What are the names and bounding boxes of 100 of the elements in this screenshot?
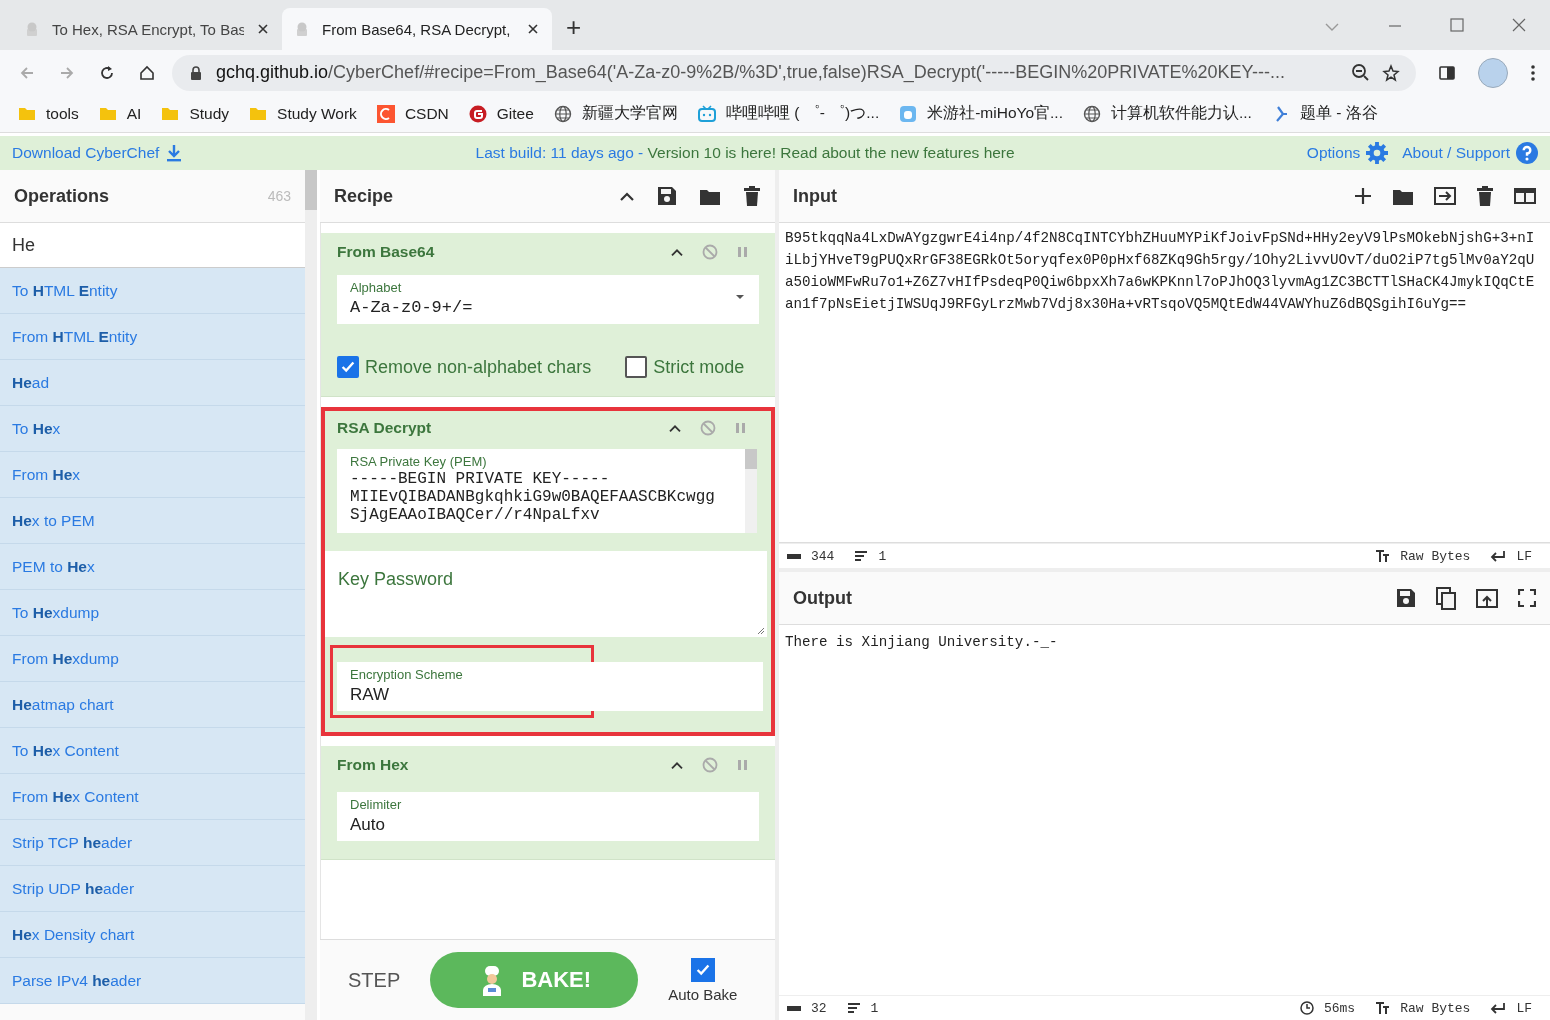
menu-icon[interactable] [1530,63,1536,82]
save-icon[interactable] [657,186,677,206]
panel-title: Operations [14,185,110,207]
option-field[interactable]: Delimiter Auto [337,792,759,841]
checkbox-label: Strict mode [653,356,745,378]
eol-label[interactable]: LF [1516,548,1532,564]
return-icon [1490,549,1507,563]
operation-item[interactable]: From Hexdump [0,636,305,682]
new-tab-button[interactable]: + [552,12,596,50]
operation-item[interactable]: From Hex [0,452,305,498]
bookmark[interactable]: tools [18,104,79,123]
globe-icon [553,104,572,123]
trash-icon[interactable] [1476,186,1494,206]
operation-item[interactable]: To Hex [0,406,305,452]
key-line: MIIEvQIBADANBgkqhkiG9w0BAQEFAASCBKcwgg [350,488,716,506]
side-panel-icon[interactable] [1438,63,1456,82]
clock-icon [1299,1001,1314,1015]
collapse-icon[interactable] [668,423,682,433]
password-field[interactable]: Key Password [325,551,767,637]
build-notice: Last build: 11 days ago - [475,144,645,161]
length-icon [787,1003,801,1013]
resize-handle-icon[interactable] [757,627,765,635]
zoom-icon[interactable] [1351,63,1370,82]
page-icon [294,21,310,37]
operation-item[interactable]: Strip TCP header [0,820,305,866]
operation-item[interactable]: Hex Density chart [0,912,305,958]
options-link[interactable]: Options [1306,142,1389,164]
key-textarea[interactable]: RSA Private Key (PEM) -----BEGIN PRIVATE KEY----- MIIEvQIBADANBgkqhkiG9w0BAQEFAASCBKcwgg SjAgEAAoIBAQCer//r4NpaLfxv [337,449,757,533]
scrollbar-thumb[interactable] [745,449,757,469]
dropdown-field[interactable]: Alphabet A-Za-z0-9+/= [337,275,759,324]
star-icon[interactable] [1382,63,1400,82]
bookmark[interactable]: Gitee [468,104,534,123]
bookmark[interactable]: 米游社-miHoYo官... [899,103,1063,124]
reload-icon[interactable] [98,63,116,82]
close-icon[interactable] [256,22,270,36]
operation-item[interactable]: Heatmap chart [0,682,305,728]
download-link[interactable]: Download CyberChef [12,144,184,162]
operation-item[interactable]: PEM to Hex [0,544,305,590]
download-icon [165,144,184,162]
scrollbar-thumb[interactable] [305,170,317,210]
add-icon[interactable] [1354,187,1372,205]
home-icon[interactable] [138,63,156,82]
save-icon[interactable] [1396,588,1416,608]
text-format-icon [1375,549,1391,563]
panel-title: Input [793,185,837,207]
bookmark[interactable]: 哔哩哔哩 ( ゜- ゜)つ... [697,103,880,124]
checkbox[interactable] [337,356,359,378]
layout-icon[interactable] [1514,188,1536,204]
encoding-label[interactable]: Raw Bytes [1400,1000,1471,1016]
upload-icon[interactable] [1476,588,1498,608]
operation-item[interactable]: From HTML Entity [0,314,305,360]
operation-item[interactable]: Strip UDP header [0,866,305,912]
browser-tab[interactable]: From Base64, RSA Decrypt, [282,8,552,50]
operation-item[interactable]: To Hexdump [0,590,305,636]
globe-icon [1083,104,1101,123]
encoding-label[interactable]: Raw Bytes [1400,548,1471,564]
about-link[interactable]: About / Support [1402,142,1538,164]
lines-icon [854,550,869,562]
eol-label[interactable]: LF [1516,1000,1532,1016]
search-field[interactable]: He [0,223,305,268]
operation-item[interactable]: From Hex Content [0,774,305,820]
trash-icon[interactable] [743,186,761,206]
lines-icon [846,1002,861,1014]
operation-name: From Hex [337,756,409,774]
option-field[interactable]: Encryption Scheme RAW [337,662,763,711]
collapse-icon[interactable] [619,190,635,202]
operation-item[interactable]: Hex to PEM [0,498,305,544]
panel-title: Recipe [334,185,394,207]
bookmark[interactable]: 计算机软件能力认... [1083,103,1252,124]
length-count: 32 [811,1000,827,1016]
g-logo-icon [468,104,487,123]
step-button[interactable]: STEP [348,962,401,998]
caret-icon [735,294,745,300]
operation-name: From Base64 [337,243,435,261]
bookmark[interactable]: AI [98,104,142,123]
collapse-icon[interactable] [670,760,684,770]
operation-count: 463 [267,188,291,204]
checkbox[interactable] [690,957,715,982]
checkbox[interactable] [625,356,648,378]
operation-name: RSA Decrypt [337,419,432,437]
release-link[interactable]: Version 10 is here! Read about the new features here [647,144,1015,161]
bookmark[interactable]: CSDN [376,104,449,123]
bookmark[interactable]: 题单 - 洛谷 [1271,103,1378,124]
bookmark[interactable]: Study [161,104,230,123]
address-bar[interactable]: gchq.github.io/CyberChef/#recipe=From_Base64('A-Za-z0-9%2B/%3D',true,false)RSA_Decrypt('-----BEGIN%20PRIVATE%20KEY---... [172,54,1416,91]
operation-item[interactable]: Parse IPv4 header [0,958,305,1004]
copy-icon[interactable] [1436,586,1456,610]
bake-time: 56ms [1323,1000,1356,1016]
bookmark[interactable]: Study Work [249,104,357,123]
operation-item[interactable]: To Hex Content [0,728,305,774]
bookmark[interactable]: 新疆大学官网 [553,103,678,124]
operation-item[interactable]: To HTML Entity [0,268,305,314]
checkbox-label: Auto Bake [668,985,738,1003]
return-icon [1490,1001,1507,1015]
swap-icon[interactable] [1434,187,1456,205]
operation-item[interactable]: Head [0,360,305,406]
text-format-icon [1375,1001,1391,1015]
close-icon[interactable] [526,22,540,36]
collapse-icon[interactable] [670,247,684,257]
fullscreen-icon[interactable] [1518,589,1536,607]
